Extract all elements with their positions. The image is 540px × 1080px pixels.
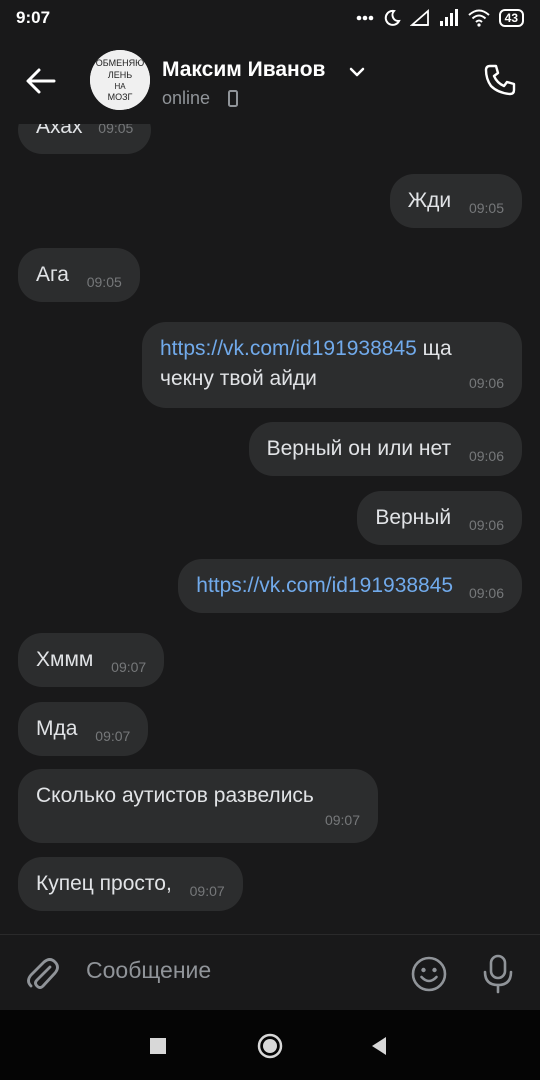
- message-outgoing[interactable]: Верный он или нет 09:06: [248, 422, 522, 476]
- svg-text:МОЗГ: МОЗГ: [108, 92, 133, 102]
- status-time: 9:07: [16, 8, 51, 27]
- chat-header: ОБМЕНЯЮ ЛЕНЬ НА МОЗГ Максим Иванов onlin…: [0, 36, 540, 124]
- message-incoming[interactable]: Ахах 09:05: [18, 124, 152, 154]
- message-text: Мда: [36, 717, 78, 740]
- message-time: 09:07: [324, 812, 360, 828]
- mobile-device-icon: [228, 90, 238, 107]
- message-text: Сколько аутистов развелись: [36, 784, 314, 807]
- message-incoming[interactable]: Сколько аутистов развелись 09:07: [18, 769, 378, 843]
- message-time: 09:05: [86, 274, 122, 290]
- status-bar: 9:07 43: [0, 0, 540, 36]
- avatar[interactable]: ОБМЕНЯЮ ЛЕНЬ НА МОЗГ: [90, 50, 150, 110]
- message-list[interactable]: Ахах 09:05 Жди 09:05 Ага 09:05 https://v…: [0, 124, 540, 932]
- back-nav-icon[interactable]: [366, 1032, 394, 1060]
- battery-icon: 43: [498, 9, 524, 27]
- wifi-icon: [467, 9, 490, 27]
- message-time: 09:07: [189, 883, 225, 899]
- contact-status: online: [162, 88, 211, 108]
- message-time: 09:06: [468, 375, 504, 391]
- moon-icon: [384, 9, 401, 26]
- message-time: 09:06: [468, 448, 504, 464]
- svg-text:НА: НА: [114, 82, 126, 91]
- emoji-icon[interactable]: [410, 955, 448, 993]
- mute-icon: [409, 9, 429, 26]
- message-time: 09:06: [468, 585, 504, 601]
- message-text: Верный: [375, 506, 452, 529]
- phone-call-icon[interactable]: [482, 62, 518, 98]
- message-text: Жди: [407, 189, 452, 212]
- message-time: 09:05: [468, 200, 504, 216]
- home-icon[interactable]: [256, 1032, 284, 1060]
- message-outgoing[interactable]: https://vk.com/id191938845 09:06: [178, 559, 522, 613]
- back-arrow-icon[interactable]: [24, 64, 58, 98]
- system-nav-bar: [0, 1010, 540, 1080]
- message-text-line2: чекну твой айди: [160, 367, 317, 390]
- svg-text:ЛЕНЬ: ЛЕНЬ: [108, 70, 132, 80]
- contact-name[interactable]: Максим Иванов: [162, 58, 325, 82]
- message-text: Ага: [36, 263, 69, 286]
- message-text: Верный он или нет: [266, 437, 452, 460]
- message-incoming[interactable]: Хммм 09:07: [18, 633, 165, 687]
- message-incoming[interactable]: Мда 09:07: [18, 702, 149, 756]
- message-text: Купец просто,: [36, 872, 172, 895]
- status-icons: 43: [356, 9, 524, 27]
- chevron-down-icon[interactable]: [348, 66, 366, 78]
- signal-icon: [439, 9, 458, 26]
- microphone-icon[interactable]: [480, 953, 516, 995]
- svg-text:ОБМЕНЯЮ: ОБМЕНЯЮ: [96, 58, 145, 68]
- paperclip-icon[interactable]: [24, 953, 60, 993]
- message-incoming[interactable]: Ага 09:05: [18, 248, 140, 302]
- message-time: 09:07: [95, 728, 131, 744]
- message-text: ща: [416, 337, 452, 360]
- message-composer: Сообщение: [0, 934, 540, 1010]
- message-outgoing[interactable]: https://vk.com/id191938845 ща чекну твой…: [142, 322, 522, 408]
- message-input[interactable]: Сообщение: [86, 957, 211, 984]
- message-outgoing[interactable]: Верный 09:06: [357, 491, 522, 545]
- message-time: 09:06: [468, 517, 504, 533]
- message-time: 09:07: [111, 659, 147, 675]
- message-link[interactable]: https://vk.com/id191938845: [196, 574, 453, 597]
- recent-apps-icon[interactable]: [144, 1032, 172, 1060]
- message-incoming[interactable]: Купец просто, 09:07: [18, 857, 243, 911]
- message-text: Хммм: [36, 648, 94, 671]
- dots-icon: [356, 15, 373, 21]
- message-text: Ахах: [36, 124, 83, 138]
- avatar-image: ОБМЕНЯЮ ЛЕНЬ НА МОЗГ: [90, 50, 150, 110]
- message-link[interactable]: https://vk.com/id191938845: [160, 337, 417, 360]
- message-outgoing[interactable]: Жди 09:05: [389, 174, 522, 228]
- message-time: 09:05: [98, 124, 134, 136]
